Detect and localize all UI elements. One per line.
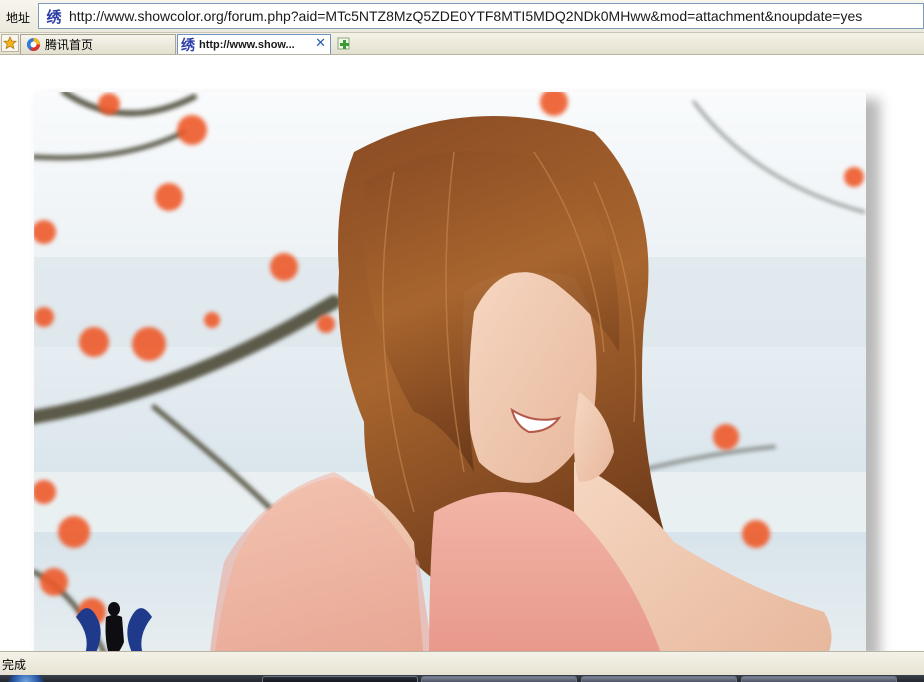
favorites-star-icon[interactable] bbox=[1, 34, 19, 52]
url-text[interactable]: http://www.showcolor.org/forum.php?aid=M… bbox=[69, 8, 862, 24]
attachment-photo[interactable] bbox=[34, 92, 866, 651]
silhouette-logo-icon bbox=[76, 602, 152, 651]
url-input[interactable]: 绣 http://www.showcolor.org/forum.php?aid… bbox=[38, 3, 924, 29]
tab-strip: 腾讯首页 绣 http://www.show... ✕ bbox=[0, 33, 924, 55]
site-favicon-icon: 绣 bbox=[46, 7, 62, 26]
site-favicon-icon: 绣 bbox=[181, 37, 195, 54]
tab-qq-home[interactable]: 腾讯首页 bbox=[20, 34, 176, 54]
tab-label: http://www.show... bbox=[199, 38, 295, 51]
close-icon[interactable]: ✕ bbox=[315, 36, 326, 51]
status-text: 完成 bbox=[2, 658, 27, 672]
address-label: 地址 bbox=[6, 11, 31, 25]
status-bar: 完成 bbox=[0, 651, 924, 675]
address-bar: 地址 绣 http://www.showcolor.org/forum.php?… bbox=[0, 0, 924, 33]
qq-browser-icon bbox=[26, 37, 41, 52]
taskbar-button[interactable] bbox=[421, 676, 577, 682]
taskbar bbox=[0, 675, 924, 682]
tab-label: 腾讯首页 bbox=[45, 38, 94, 52]
new-tab-icon[interactable] bbox=[336, 35, 353, 52]
start-button-icon[interactable] bbox=[8, 675, 44, 682]
tab-active-showcolor[interactable]: 绣 http://www.show... ✕ bbox=[177, 34, 331, 54]
taskbar-button[interactable] bbox=[581, 676, 737, 682]
taskbar-button[interactable] bbox=[262, 676, 418, 682]
page-content bbox=[0, 55, 924, 651]
taskbar-button[interactable] bbox=[741, 676, 897, 682]
photo-illustration bbox=[34, 92, 866, 651]
